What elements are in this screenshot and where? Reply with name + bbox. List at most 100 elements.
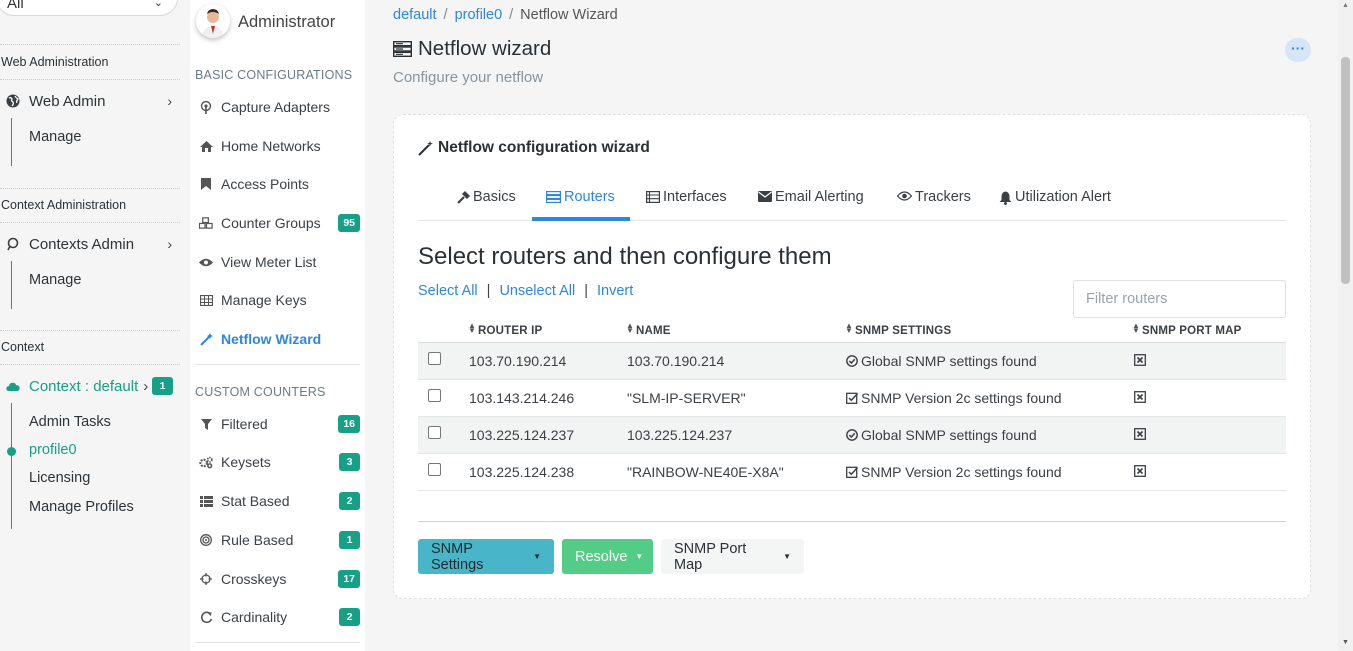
router-ip-cell: 103.225.124.238 [469,464,575,480]
menu-item-stat-based[interactable]: Stat Based 2 [190,488,365,514]
divider [195,364,360,365]
row-checkbox[interactable] [428,426,441,439]
snmp-settings-cell: Global SNMP settings found [846,353,1037,369]
menu-item-view-meter-list[interactable]: View Meter List [190,249,365,275]
check-circle-icon [846,429,858,441]
context-count-badge: 1 [152,377,173,395]
tab-interfaces[interactable]: Interfaces [646,189,727,220]
divider [195,642,360,643]
context-section-label: Context [1,340,45,354]
snmp-port-map-dropdown-button[interactable]: SNMP Port Map ▼ [661,539,804,574]
tab-trackers[interactable]: Trackers [897,189,971,220]
column-header-router-ip[interactable]: ▲ ▼ ROUTER IP [468,322,542,338]
resolve-dropdown-button[interactable]: Resolve ▼ [562,539,653,574]
port-map-icon[interactable] [1134,465,1146,477]
menu-item-netflow-wizard[interactable]: Netflow Wizard [190,326,365,352]
router-name-cell: "SLM-IP-SERVER" [627,390,746,406]
router-name-cell: 103.70.190.214 [627,353,725,369]
menu-item-access-points[interactable]: Access Points [190,171,365,197]
scroll-down-icon[interactable]: ▼ [1342,639,1349,646]
breadcrumb: default / profile0 / Netflow Wizard [393,7,618,23]
sidebar-subitem-admin-tasks[interactable]: Admin Tasks [29,414,111,430]
sidebar-item-contexts-admin[interactable]: Contexts Admin › [0,231,180,257]
invert-link[interactable]: Invert [597,283,633,299]
port-map-icon[interactable] [1134,354,1146,366]
column-header-name[interactable]: ▲ ▼ NAME [626,322,671,338]
avatar[interactable] [196,4,230,38]
eye-icon [897,191,912,201]
tab-routers[interactable]: Routers [546,189,615,220]
context-sidebar: All ⌄ Web Administration Web Admin › Man… [0,0,185,651]
magic-wand-icon [418,140,433,156]
context-select[interactable]: All ⌄ [0,0,178,16]
page-subtitle: Configure your netflow [393,69,544,86]
sidebar-item-web-admin[interactable]: Web Admin › [0,88,180,114]
menu-item-keysets[interactable]: Keysets 3 [190,449,365,475]
menu-item-filtered[interactable]: Filtered 16 [190,411,365,437]
tree-line [11,118,12,166]
menu-item-crosskeys[interactable]: Crosskeys 17 [190,566,365,592]
cardinality-badge: 2 [339,608,360,626]
target-icon [199,534,213,546]
page-title-text: Netflow wizard [418,37,552,60]
refresh-icon [199,611,213,624]
filter-routers-input[interactable] [1073,280,1286,318]
table-row: 103.70.190.214 103.70.190.214 Global SNM… [418,343,1286,380]
breadcrumb-link-default[interactable]: default [393,7,437,23]
check-square-icon [846,466,858,478]
admin-name: Administrator [238,13,336,31]
scrollbar-thumb[interactable] [1341,57,1350,284]
context-admin-section-label: Context Administration [1,198,127,212]
button-label: SNMP Port Map [674,540,747,573]
divider [0,330,180,331]
row-checkbox[interactable] [428,389,441,402]
bell-icon [999,191,1012,205]
card-title-text: Netflow configuration wizard [438,139,650,156]
tab-utilization-alert[interactable]: Utilization Alert [999,189,1111,220]
cloud-icon [6,379,20,393]
menu-item-label: Netflow Wizard [221,331,322,347]
router-ip-cell: 103.225.124.237 [469,427,575,443]
column-header-snmp-port-map[interactable]: ▲ ▼ SNMP PORT MAP [1132,322,1242,338]
row-checkbox[interactable] [428,463,441,476]
server-icon [546,191,561,203]
basic-configurations-heading: BASIC CONFIGURATIONS [195,68,353,82]
router-ip-cell: 103.143.214.246 [469,390,575,406]
contexts-icon [6,237,20,251]
sidebar-subitem-contexts-admin-manage[interactable]: Manage [29,272,81,288]
crosshair-icon [199,573,213,585]
page-title: Netflow wizard [393,37,551,61]
chevron-right-icon: › [143,377,149,395]
menu-item-label: Capture Adapters [221,99,330,115]
button-label: Resolve [575,548,628,565]
scroll-up-icon[interactable]: ▲ [1342,2,1349,9]
wizard-tabs: Basics Routers Interfaces Email Alerting… [418,181,1286,221]
more-options-button[interactable]: ··· [1285,38,1311,62]
column-header-snmp-settings[interactable]: ▲ ▼ SNMP SETTINGS [845,322,951,338]
menu-item-cardinality[interactable]: Cardinality 2 [190,604,365,630]
select-all-link[interactable]: Select All [418,283,478,299]
sidebar-subitem-licensing[interactable]: Licensing [29,470,90,486]
breadcrumb-link-profile[interactable]: profile0 [455,7,503,23]
tab-email-alerting[interactable]: Email Alerting [758,189,864,220]
menu-item-capture-adapters[interactable]: Capture Adapters [190,94,365,120]
menu-item-rule-based[interactable]: Rule Based 1 [190,527,365,553]
port-map-icon[interactable] [1134,428,1146,440]
context-select-value: All [7,0,24,12]
menu-item-manage-keys[interactable]: Manage Keys [190,287,365,313]
tab-basics[interactable]: Basics [457,189,516,220]
menu-item-counter-groups[interactable]: Counter Groups 95 [190,210,365,236]
row-checkbox[interactable] [428,352,441,365]
snmp-settings-cell: SNMP Version 2c settings found [846,464,1062,480]
port-map-icon[interactable] [1134,391,1146,403]
sidebar-subitem-web-admin-manage[interactable]: Manage [29,129,81,145]
page-scrollbar[interactable]: ▲ ▼ [1338,0,1353,651]
menu-item-home-networks[interactable]: Home Networks [190,133,365,159]
sidebar-subitem-profile0[interactable]: profile0 [29,442,77,458]
sidebar-subitem-manage-profiles[interactable]: Manage Profiles [29,499,134,515]
sidebar-item-label: Web Admin [29,92,106,110]
sidebar-item-context-default[interactable]: Context : default › 1 [0,373,180,399]
router-name-cell: "RAINBOW-NE40E-X8A" [627,464,784,480]
unselect-all-link[interactable]: Unselect All [499,283,575,299]
snmp-settings-dropdown-button[interactable]: SNMP Settings ▼ [418,539,554,574]
